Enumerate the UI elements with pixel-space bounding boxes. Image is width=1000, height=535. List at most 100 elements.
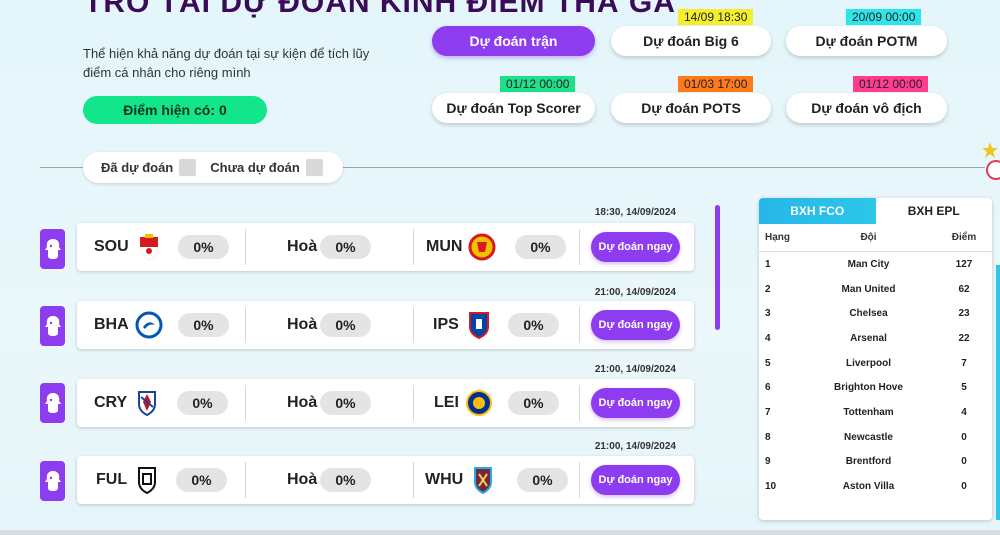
bottom-bar [0, 530, 1000, 535]
ipswich-crest-icon [465, 311, 493, 339]
match-list-scrollbar[interactable] [715, 205, 720, 330]
away-win-pct[interactable]: 0% [508, 313, 559, 337]
filter-not-predicted-label: Chưa dự đoán [210, 160, 300, 175]
home-win-pct[interactable]: 0% [177, 391, 228, 415]
match-time: 18:30, 14/09/2024 [594, 207, 676, 218]
match-time: 21:00, 14/09/2024 [594, 441, 676, 452]
home-team[interactable]: FUL [96, 471, 127, 489]
tab-champion-prediction[interactable]: Dự đoán vô địch [786, 93, 947, 123]
home-team[interactable]: SOU [94, 238, 129, 256]
rank: 8 [765, 431, 771, 443]
away-win-pct[interactable]: 0% [515, 235, 566, 259]
match-time: 21:00, 14/09/2024 [594, 364, 676, 375]
home-win-pct[interactable]: 0% [178, 235, 229, 259]
away-team[interactable]: WHU [425, 471, 463, 489]
premier-league-icon [40, 383, 65, 423]
filter-predicted-label: Đã dự đoán [101, 160, 174, 175]
draw-label[interactable]: Hoà [287, 471, 317, 489]
premier-league-icon [40, 461, 65, 501]
filter-not-predicted-checkbox[interactable] [305, 159, 323, 176]
team-name: Tottenham [843, 406, 894, 418]
tab-potm-prediction[interactable]: Dự đoán POTM [786, 26, 947, 56]
rank: 3 [765, 308, 771, 320]
team-name: Liverpool [845, 357, 891, 369]
points: 0 [961, 481, 967, 493]
deadline-tag: 01/12 00:00 [500, 76, 576, 92]
predict-now-button[interactable]: Dự đoán ngay [591, 388, 680, 418]
rank: 1 [765, 258, 771, 270]
premier-league-icon [40, 229, 65, 269]
filter-predicted-checkbox[interactable] [179, 159, 197, 176]
points: 0 [961, 431, 967, 443]
tab-fco-standings[interactable]: BXH FCO [759, 198, 876, 224]
team-name: Newcastle [844, 431, 893, 443]
tab-topscorer-prediction[interactable]: Dự đoán Top Scorer [432, 93, 595, 123]
team-header: Đội [860, 232, 877, 243]
page-title: TRỔ TÀI DỰ ĐOÁN KÍNH ĐIỂM THẢ GA [84, 0, 676, 19]
away-team[interactable]: LEI [434, 394, 459, 412]
away-win-pct[interactable]: 0% [517, 468, 568, 492]
deadline-tag: 01/12 00:00 [853, 76, 929, 92]
table-row: 9 Brentford 0 [759, 450, 992, 475]
points-value: 0 [219, 102, 227, 118]
standings-header: Hạng Đội Điểm [759, 224, 992, 252]
team-name: Man United [841, 283, 896, 295]
tab-pots-prediction[interactable]: Dự đoán POTS [611, 93, 771, 123]
west-ham-crest-icon [469, 466, 497, 494]
tab-big6-prediction[interactable]: Dự đoán Big 6 [611, 26, 771, 56]
rank: 7 [765, 406, 771, 418]
draw-label[interactable]: Hoà [287, 238, 317, 256]
draw-pct[interactable]: 0% [320, 391, 371, 415]
page-description: Thể hiện khả năng dự đoán tại sự kiện để… [83, 46, 370, 80]
table-row: 8 Newcastle 0 [759, 425, 992, 450]
rank: 6 [765, 382, 771, 394]
match-time: 21:00, 14/09/2024 [594, 287, 676, 298]
side-accent [996, 265, 1000, 520]
deadline-tag: 14/09 18:30 [678, 9, 754, 25]
leicester-crest-icon [465, 389, 493, 417]
draw-pct[interactable]: 0% [320, 313, 371, 337]
rank: 2 [765, 283, 771, 295]
mascot-icon [978, 140, 1000, 185]
predict-now-button[interactable]: Dự đoán ngay [591, 465, 680, 495]
away-team[interactable]: IPS [433, 316, 459, 334]
points: 22 [958, 332, 970, 344]
southampton-crest-icon [135, 233, 163, 261]
points: 4 [961, 406, 967, 418]
table-row: 10 Aston Villa 0 [759, 474, 992, 499]
predict-now-button[interactable]: Dự đoán ngay [591, 310, 680, 340]
team-name: Brighton Hove [834, 382, 903, 394]
home-win-pct[interactable]: 0% [178, 313, 229, 337]
home-team[interactable]: CRY [94, 394, 127, 412]
points: 7 [961, 357, 967, 369]
home-team[interactable]: BHA [94, 316, 129, 334]
draw-label[interactable]: Hoà [287, 316, 317, 334]
table-row: 5 Liverpool 7 [759, 351, 992, 376]
tab-match-prediction[interactable]: Dự đoán trận [432, 26, 595, 56]
team-name: Arsenal [850, 332, 887, 344]
points: 0 [961, 456, 967, 468]
draw-label[interactable]: Hoà [287, 394, 317, 412]
rank: 4 [765, 332, 771, 344]
tab-epl-standings[interactable]: BXH EPL [876, 198, 993, 224]
points: 23 [958, 308, 970, 320]
table-row: 3 Chelsea 23 [759, 301, 992, 326]
standings-body: 1 Man City 127 2 Man United 62 3 Chelsea 23 4 A… [759, 252, 992, 499]
team-name: Man City [847, 258, 890, 270]
rank-header: Hạng [765, 232, 790, 243]
points: 127 [955, 258, 973, 270]
team-name: Chelsea [849, 308, 888, 320]
points: 5 [961, 382, 967, 394]
draw-pct[interactable]: 0% [320, 235, 371, 259]
rank: 9 [765, 456, 771, 468]
away-win-pct[interactable]: 0% [508, 391, 559, 415]
home-win-pct[interactable]: 0% [176, 468, 227, 492]
predict-now-button[interactable]: Dự đoán ngay [591, 232, 680, 262]
points-header: Điểm [951, 232, 977, 243]
deadline-tag: 01/03 17:00 [678, 76, 754, 92]
brighton-crest-icon [135, 311, 163, 339]
away-team[interactable]: MUN [426, 238, 462, 256]
table-row: 6 Brighton Hove 5 [759, 375, 992, 400]
rank: 5 [765, 357, 771, 369]
draw-pct[interactable]: 0% [320, 468, 371, 492]
